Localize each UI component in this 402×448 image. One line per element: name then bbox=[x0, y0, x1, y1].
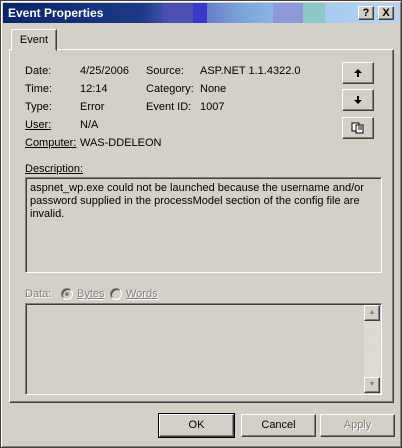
tab-event-label: Event bbox=[19, 34, 49, 46]
computer-label: Computer: bbox=[25, 137, 77, 149]
time-value: 12:14 bbox=[80, 83, 108, 95]
event-properties-window: Event Properties ? X Event Date: 4/25/20… bbox=[0, 0, 402, 448]
source-value: ASP.NET 1.1.4322.0 bbox=[200, 65, 301, 77]
words-radio-label: Words bbox=[126, 288, 158, 300]
copy-icon bbox=[351, 122, 364, 134]
cancel-button[interactable]: Cancel bbox=[241, 414, 316, 437]
bytes-radio[interactable] bbox=[61, 288, 73, 300]
computer-value: WAS-DDELEON bbox=[80, 137, 162, 149]
words-radio[interactable] bbox=[110, 288, 122, 300]
data-label: Data: bbox=[25, 288, 52, 300]
type-value: Error bbox=[80, 101, 105, 113]
window-title: Event Properties bbox=[8, 6, 104, 20]
user-label: User: bbox=[25, 119, 52, 131]
event-id-value: 1007 bbox=[200, 101, 225, 113]
type-label: Type: bbox=[25, 101, 52, 113]
date-value: 4/25/2006 bbox=[80, 65, 129, 77]
previous-event-button[interactable] bbox=[342, 62, 374, 84]
time-label: Time: bbox=[25, 83, 53, 95]
scroll-down-button[interactable]: ▼ bbox=[364, 377, 380, 393]
title-bar[interactable]: Event Properties ? X bbox=[3, 3, 399, 23]
next-event-button[interactable] bbox=[342, 89, 374, 111]
bytes-radio-label: Bytes bbox=[77, 288, 105, 300]
source-label: Source: bbox=[146, 65, 184, 77]
data-scrollbar[interactable]: ▲ ▼ bbox=[364, 305, 380, 393]
close-button[interactable]: X bbox=[378, 6, 394, 20]
data-textbox[interactable]: ▲ ▼ bbox=[25, 303, 382, 395]
copy-button[interactable] bbox=[342, 117, 374, 139]
tab-event[interactable]: Event bbox=[11, 29, 57, 51]
description-label: Description: bbox=[25, 163, 84, 175]
category-label: Category: bbox=[146, 83, 194, 95]
help-button[interactable]: ? bbox=[358, 6, 374, 20]
event-id-label: Event ID: bbox=[146, 101, 192, 113]
apply-button[interactable]: Apply bbox=[320, 414, 395, 437]
arrow-up-icon bbox=[354, 69, 362, 77]
category-value: None bbox=[200, 83, 227, 95]
description-textbox[interactable]: aspnet_wp.exe could not be launched beca… bbox=[25, 177, 382, 273]
scroll-up-button[interactable]: ▲ bbox=[364, 305, 380, 321]
user-value: N/A bbox=[80, 119, 99, 131]
arrow-down-icon bbox=[354, 96, 362, 104]
ok-button[interactable]: OK bbox=[158, 413, 235, 438]
date-label: Date: bbox=[25, 65, 52, 77]
